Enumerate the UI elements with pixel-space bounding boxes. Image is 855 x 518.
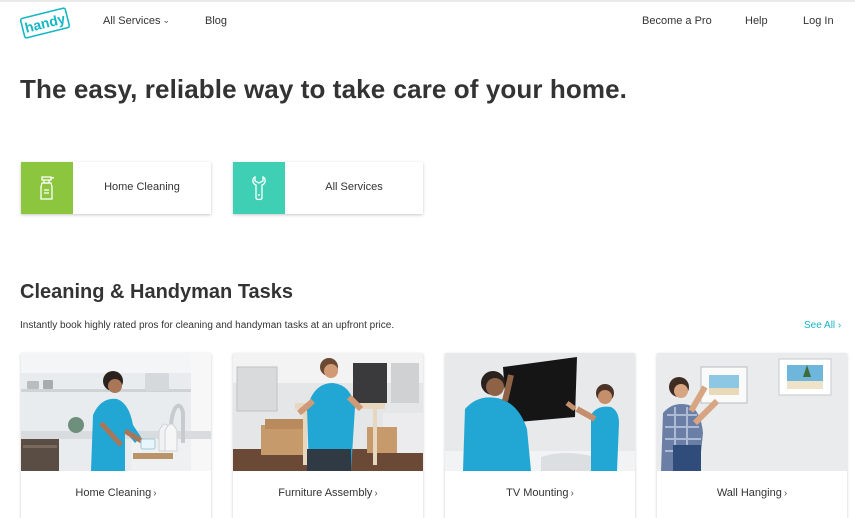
logo-text: handy [23, 10, 67, 36]
chevron-right-icon: › [837, 320, 842, 331]
task-label-text: TV Mounting [506, 487, 569, 499]
home-cleaning-photo [21, 353, 211, 471]
category-label: All Services [325, 181, 383, 193]
nav-help[interactable]: Help [745, 15, 768, 27]
see-all-label: See All [804, 320, 836, 331]
category-card-home-cleaning[interactable]: Home Cleaning [21, 162, 211, 214]
nav-blog[interactable]: Blog [205, 15, 227, 27]
handy-logo[interactable]: handy [19, 6, 71, 40]
task-label: TV Mounting › [445, 487, 635, 499]
chevron-right-icon: › [570, 488, 574, 499]
category-label: Home Cleaning [104, 181, 180, 193]
task-card-home-cleaning[interactable]: Home Cleaning › [21, 353, 211, 518]
wrench-icon [233, 162, 285, 214]
chevron-right-icon: › [153, 488, 157, 499]
chevron-right-icon: › [374, 488, 378, 499]
task-card-furniture-assembly[interactable]: Furniture Assembly › [233, 353, 423, 518]
wall-hanging-photo [657, 353, 847, 471]
task-card-wall-hanging[interactable]: Wall Hanging › [657, 353, 847, 518]
tv-mounting-photo [445, 353, 635, 471]
chevron-down-icon: ⌄ [162, 15, 171, 25]
nav-all-services-label: All Services [103, 15, 161, 27]
furniture-assembly-photo [233, 353, 423, 471]
task-label: Wall Hanging › [657, 487, 847, 499]
chevron-right-icon: › [783, 488, 788, 499]
task-label-text: Furniture Assembly [278, 487, 373, 499]
task-label-text: Wall Hanging [716, 487, 782, 499]
nav-become-a-pro[interactable]: Become a Pro [642, 15, 712, 27]
hero-title: The easy, reliable way to take care of y… [20, 74, 627, 104]
see-all-link[interactable]: See All › [804, 320, 841, 331]
site-header: handy All Services ⌄ Blog Become a Pro He… [0, 2, 855, 40]
task-label: Furniture Assembly › [233, 487, 423, 499]
category-card-all-services[interactable]: All Services [233, 162, 423, 214]
nav-all-services[interactable]: All Services ⌄ [103, 15, 170, 27]
section-subtitle: Instantly book highly rated pros for cle… [20, 320, 395, 331]
section-title: Cleaning & Handyman Tasks [20, 281, 294, 303]
task-label-text: Home Cleaning [75, 487, 152, 499]
nav-log-in[interactable]: Log In [803, 15, 834, 27]
task-card-tv-mounting[interactable]: TV Mounting › [445, 353, 635, 518]
task-label: Home Cleaning › [21, 487, 211, 499]
spray-bottle-icon [21, 162, 73, 214]
